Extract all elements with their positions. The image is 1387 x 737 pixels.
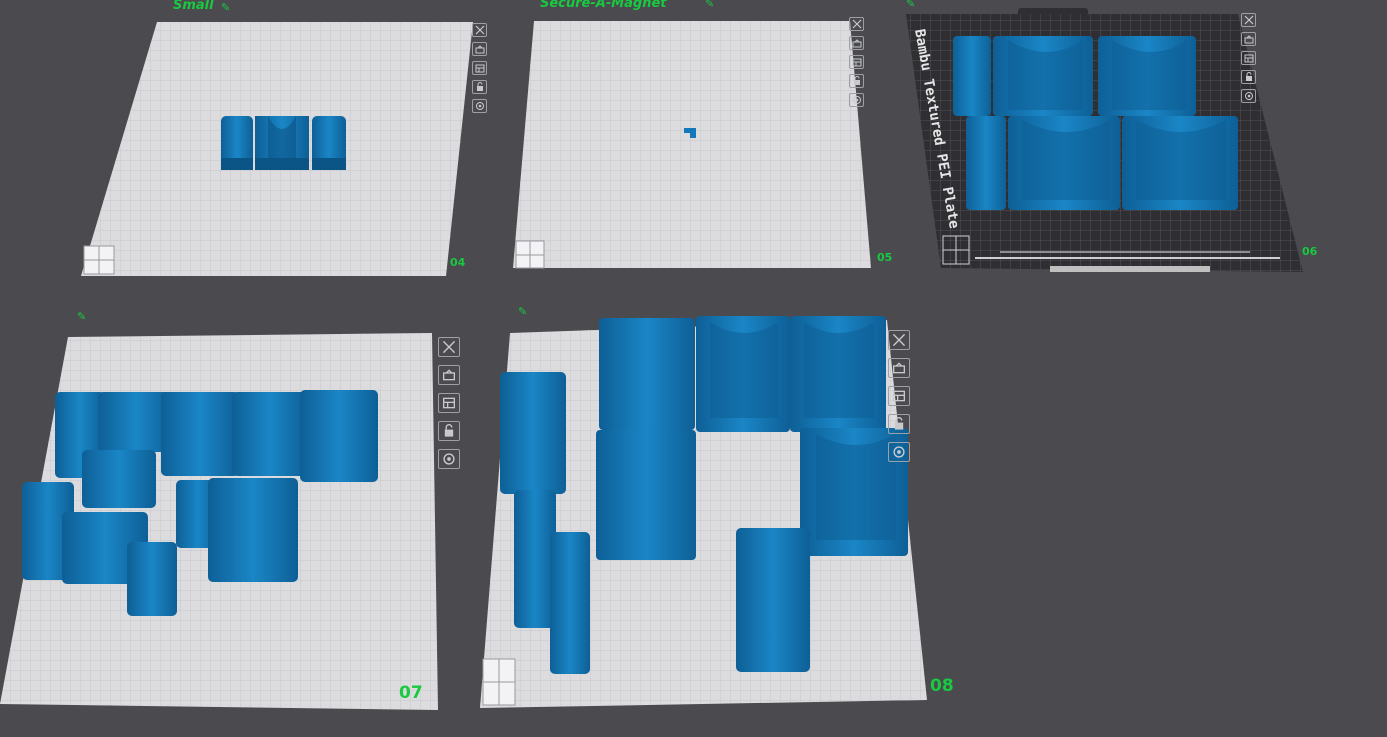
plate-06-number: 06	[1302, 245, 1318, 258]
settings-icon[interactable]	[472, 99, 487, 113]
plate-07-number: 07	[399, 683, 423, 703]
part[interactable]	[514, 490, 556, 628]
plate-08-number: 08	[930, 676, 954, 696]
lock-icon[interactable]	[1241, 70, 1256, 84]
part[interactable]	[300, 390, 378, 482]
part[interactable]	[736, 528, 810, 672]
plate-04-corner-mark	[83, 245, 115, 275]
arrange-icon[interactable]	[888, 386, 910, 406]
part[interactable]	[966, 116, 1006, 210]
lock-icon[interactable]	[849, 74, 864, 88]
part[interactable]	[599, 318, 695, 430]
auto-orient-icon[interactable]	[472, 42, 487, 56]
lock-icon[interactable]	[472, 80, 487, 94]
settings-icon[interactable]	[438, 449, 460, 469]
part[interactable]	[161, 392, 239, 476]
plate-06-edit-icon[interactable]: ✎	[906, 0, 915, 10]
plate-04-number: 04	[450, 256, 466, 269]
part[interactable]	[550, 532, 590, 674]
part[interactable]	[82, 450, 156, 508]
plate-05-corner-mark	[515, 240, 545, 269]
close-icon[interactable]	[888, 330, 910, 350]
close-icon[interactable]	[849, 17, 864, 31]
settings-icon[interactable]	[849, 93, 864, 107]
settings-icon[interactable]	[1241, 89, 1256, 103]
plate-08[interactable]	[480, 316, 927, 708]
build-plates-scene: Bambu Textured PEI Plate	[0, 8, 1303, 710]
plate-08-toolbar	[888, 330, 910, 470]
arrange-icon[interactable]	[472, 61, 487, 75]
plate-04-toolbar	[472, 23, 487, 118]
plate-04-title[interactable]: Small	[173, 0, 214, 13]
close-icon[interactable]	[438, 337, 460, 357]
auto-orient-icon[interactable]	[1241, 32, 1256, 46]
plate-06-toolbar	[1241, 13, 1256, 108]
lock-icon[interactable]	[438, 421, 460, 441]
plate-08-edit-icon[interactable]: ✎	[518, 305, 527, 318]
settings-icon[interactable]	[888, 442, 910, 462]
plate-08-corner-mark	[482, 658, 516, 706]
part[interactable]	[232, 392, 308, 476]
close-icon[interactable]	[472, 23, 487, 37]
arrange-icon[interactable]	[438, 393, 460, 413]
plate-05-edit-icon[interactable]: ✎	[705, 0, 714, 10]
auto-orient-icon[interactable]	[888, 358, 910, 378]
part[interactable]	[127, 542, 177, 616]
lock-icon[interactable]	[888, 414, 910, 434]
close-icon[interactable]	[1241, 13, 1256, 27]
part[interactable]	[208, 478, 298, 582]
plate-04-edit-icon[interactable]: ✎	[221, 1, 230, 14]
plate-07[interactable]	[0, 333, 438, 710]
plate-04[interactable]	[81, 22, 473, 276]
part[interactable]	[596, 430, 696, 560]
arrange-icon[interactable]	[849, 55, 864, 69]
arrange-icon[interactable]	[1241, 51, 1256, 65]
plate-07-edit-icon[interactable]: ✎	[77, 310, 86, 323]
plate-05-toolbar	[849, 17, 864, 112]
plate-05-title[interactable]: Secure-A-Magnet	[540, 0, 667, 11]
auto-orient-icon[interactable]	[849, 36, 864, 50]
plate-04-parts[interactable]	[221, 116, 346, 170]
part[interactable]	[500, 372, 566, 494]
auto-orient-icon[interactable]	[438, 365, 460, 385]
part[interactable]	[953, 36, 991, 116]
plate-05-number: 05	[877, 251, 893, 264]
plate-07-toolbar	[438, 337, 460, 477]
plate-05[interactable]	[513, 21, 871, 269]
